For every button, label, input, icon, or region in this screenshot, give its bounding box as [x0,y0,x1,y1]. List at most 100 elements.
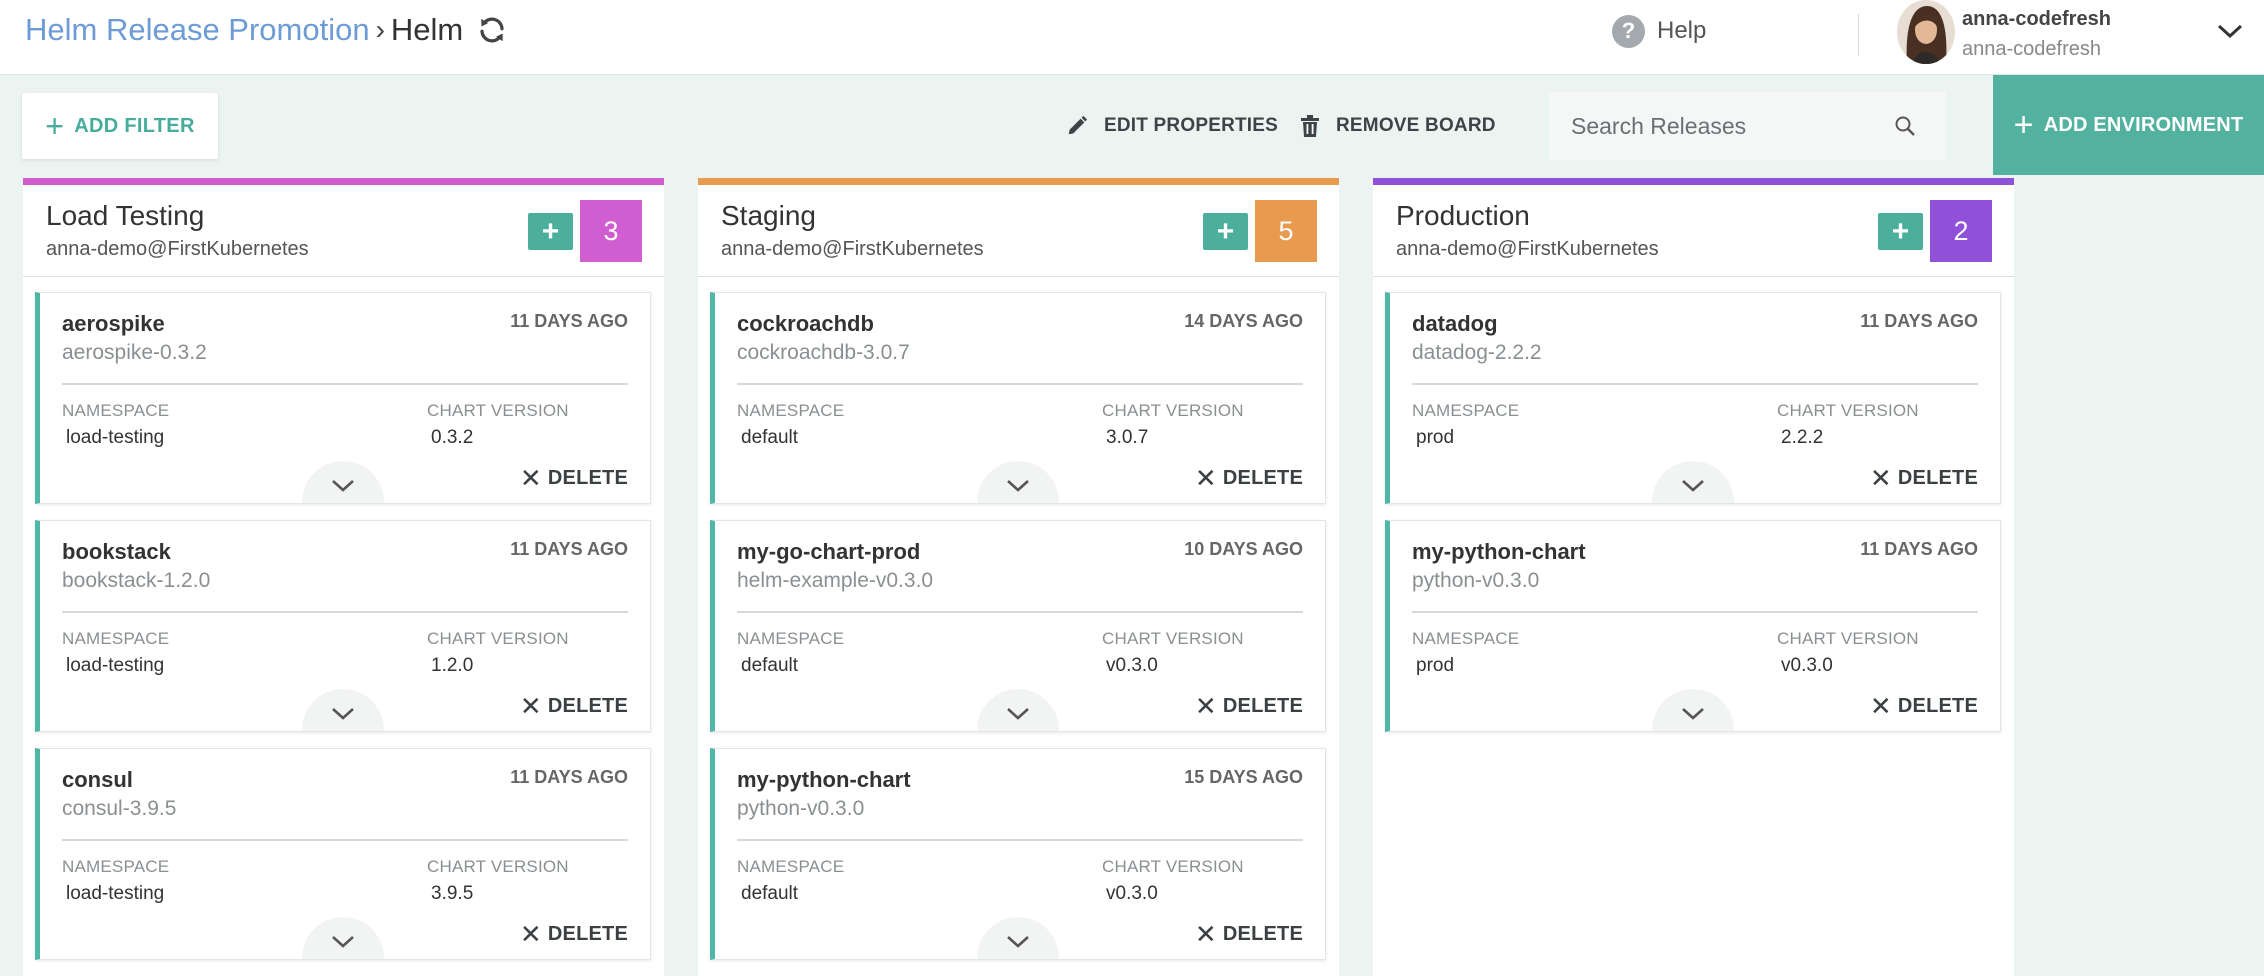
add-environment-label: ADD ENVIRONMENT [2043,113,2244,136]
chart-version-label: CHART VERSION [1102,401,1244,420]
release-card[interactable]: datadog 11 DAYS AGO datadog-2.2.2 NAMESP… [1385,292,2001,504]
card-divider [62,839,628,841]
namespace-label: NAMESPACE [737,857,845,876]
delete-release-button[interactable]: ✕ DELETE [1195,921,1303,947]
add-release-button[interactable]: + [528,213,573,250]
breadcrumb-parent-link[interactable]: Helm Release Promotion [25,12,370,48]
add-environment-button[interactable]: + ADD ENVIRONMENT [1993,75,2264,175]
chart-version-value: v0.3.0 [1106,655,1158,676]
top-bar: Helm Release Promotion › Helm ? Help ann… [0,0,2264,75]
environment-cluster: anna-demo@FirstKubernetes [46,238,309,260]
chart-version-value: 0.3.2 [431,427,474,448]
delete-release-button[interactable]: ✕ DELETE [520,921,628,947]
namespace-label: NAMESPACE [1412,629,1520,648]
release-age: 10 DAYS AGO [1184,539,1303,559]
help-link[interactable]: ? Help [1612,14,1706,48]
search-input[interactable] [1571,112,1891,140]
refresh-icon[interactable] [477,15,507,45]
trash-icon [1301,115,1319,137]
edit-properties-button[interactable]: EDIT PROPERTIES [1066,110,1278,142]
card-divider [1412,611,1978,613]
close-icon: ✕ [1869,463,1892,493]
release-card[interactable]: my-python-chart 15 DAYS AGO python-v0.3.… [710,748,1326,960]
delete-label: DELETE [547,922,628,945]
delete-release-button[interactable]: ✕ DELETE [1870,693,1978,719]
environment-title[interactable]: Production [1396,200,1530,232]
environment-title[interactable]: Staging [721,200,816,232]
chart-version-label: CHART VERSION [1777,401,1919,420]
namespace-value: default [741,883,799,904]
release-age: 11 DAYS AGO [1860,539,1978,559]
close-icon: ✕ [519,691,542,721]
close-icon: ✕ [519,463,542,493]
namespace-label: NAMESPACE [737,629,845,648]
delete-release-button[interactable]: ✕ DELETE [1195,465,1303,491]
card-divider [62,611,628,613]
expand-card-button[interactable] [977,917,1059,959]
chevron-down-icon [332,480,354,492]
avatar[interactable] [1897,0,1955,64]
breadcrumb-separator: › [375,14,385,45]
user-menu[interactable]: anna-codefresh anna-codefresh [1962,4,2111,64]
expand-card-button[interactable] [977,461,1059,503]
environment-title[interactable]: Load Testing [46,200,204,232]
release-chart: cockroachdb-3.0.7 [737,341,910,364]
delete-label: DELETE [1222,466,1303,489]
release-chart: aerospike-0.3.2 [62,341,207,364]
chart-version-label: CHART VERSION [1102,857,1244,876]
add-filter-label: ADD FILTER [74,114,195,137]
chart-version-value: 1.2.0 [431,655,474,676]
release-card[interactable]: my-python-chart 11 DAYS AGO python-v0.3.… [1385,520,2001,732]
chevron-down-icon [1007,480,1029,492]
expand-card-button[interactable] [1652,461,1734,503]
release-name: my-go-chart-prod [737,539,921,564]
chart-version-label: CHART VERSION [427,629,569,648]
release-card[interactable]: my-go-chart-prod 10 DAYS AGO helm-exampl… [710,520,1326,732]
card-divider [737,383,1303,385]
release-card[interactable]: cockroachdb 14 DAYS AGO cockroachdb-3.0.… [710,292,1326,504]
release-card[interactable]: consul 11 DAYS AGO consul-3.9.5 NAMESPAC… [35,748,651,960]
card-divider [62,383,628,385]
close-icon: ✕ [1194,691,1217,721]
release-count-badge: 5 [1255,200,1317,262]
expand-card-button[interactable] [977,689,1059,731]
edit-properties-label: EDIT PROPERTIES [1104,115,1279,136]
chevron-down-icon[interactable] [2216,20,2244,42]
expand-card-button[interactable] [302,917,384,959]
chevron-down-icon [1007,936,1029,948]
environment-color-bar [698,178,1339,185]
breadcrumb: Helm Release Promotion › Helm [25,10,507,50]
release-age: 11 DAYS AGO [510,311,628,331]
expand-card-button[interactable] [302,689,384,731]
delete-label: DELETE [1222,922,1303,945]
chevron-down-icon [1682,708,1704,720]
environment-color-bar [23,178,664,185]
release-card[interactable]: aerospike 11 DAYS AGO aerospike-0.3.2 NA… [35,292,651,504]
delete-label: DELETE [547,466,628,489]
delete-release-button[interactable]: ✕ DELETE [1870,465,1978,491]
namespace-label: NAMESPACE [1412,401,1520,420]
chart-version-value: 3.9.5 [431,883,474,904]
chart-version-label: CHART VERSION [427,857,569,876]
release-chart: python-v0.3.0 [737,797,865,820]
search-icon[interactable] [1894,115,1916,137]
release-card[interactable]: bookstack 11 DAYS AGO bookstack-1.2.0 NA… [35,520,651,732]
add-release-button[interactable]: + [1203,213,1248,250]
namespace-value: load-testing [66,655,165,676]
add-filter-button[interactable]: + ADD FILTER [22,93,218,159]
delete-release-button[interactable]: ✕ DELETE [1195,693,1303,719]
release-name: aerospike [62,311,165,336]
remove-board-button[interactable]: REMOVE BOARD [1300,110,1496,142]
chart-version-value: 3.0.7 [1106,427,1149,448]
expand-card-button[interactable] [302,461,384,503]
release-name: consul [62,767,133,792]
release-age: 15 DAYS AGO [1184,767,1303,787]
delete-release-button[interactable]: ✕ DELETE [520,465,628,491]
delete-label: DELETE [1897,466,1978,489]
environment-column: Staging anna-demo@FirstKubernetes +5 cockr… [698,178,1339,976]
remove-board-label: REMOVE BOARD [1336,115,1496,136]
delete-release-button[interactable]: ✕ DELETE [520,693,628,719]
expand-card-button[interactable] [1652,689,1734,731]
release-age: 11 DAYS AGO [510,767,628,787]
add-release-button[interactable]: + [1878,213,1923,250]
